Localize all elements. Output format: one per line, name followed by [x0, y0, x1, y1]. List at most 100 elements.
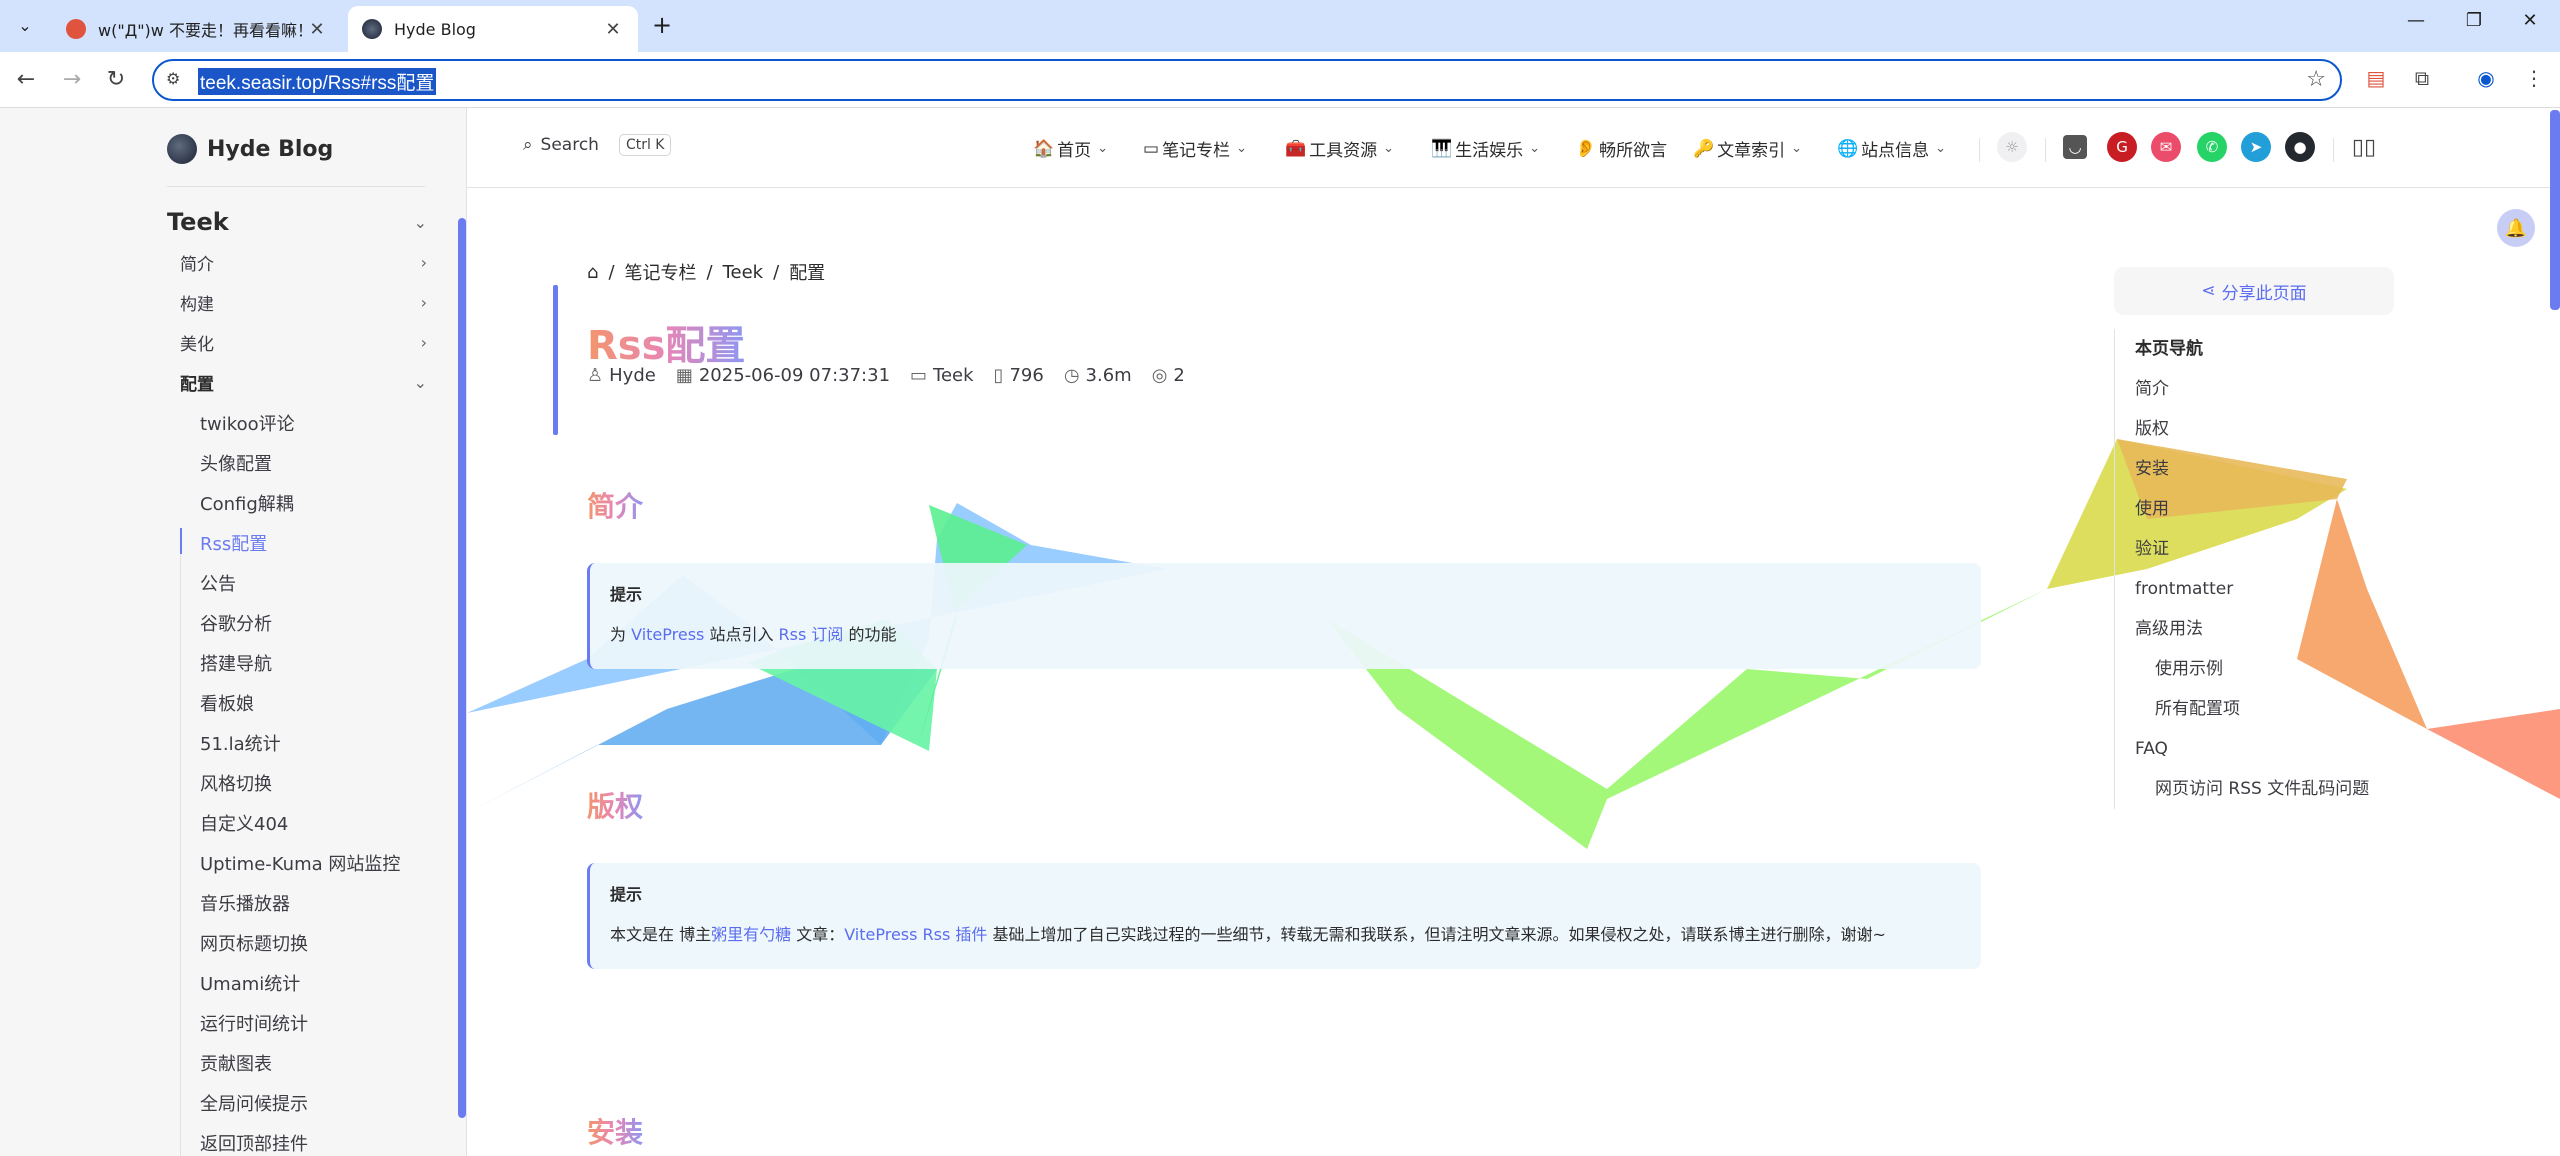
outline-item[interactable]: 使用: [2135, 489, 2414, 529]
breadcrumb-item[interactable]: 配置: [789, 259, 825, 285]
sidebar-group-label: 简介: [180, 255, 214, 275]
outline-item[interactable]: 高级用法: [2135, 609, 2414, 649]
breadcrumb-item[interactable]: Teek: [723, 262, 764, 283]
page-scrollbar[interactable]: [2550, 110, 2560, 310]
gitee-icon[interactable]: G: [2107, 132, 2137, 162]
outline-item[interactable]: 验证: [2135, 529, 2414, 569]
site-info-icon[interactable]: ⚙: [166, 69, 180, 88]
outline-item[interactable]: 安装: [2135, 449, 2414, 489]
outline-item[interactable]: FAQ: [2135, 729, 2414, 769]
tab-close-icon[interactable]: ✕: [602, 19, 624, 40]
profile-icon[interactable]: ◉: [2472, 66, 2500, 94]
address-bar[interactable]: ⚙ teek.seasir.top/Rss#rss配置 ☆: [152, 59, 2342, 101]
reading-mode-icon[interactable]: ▯▯: [2349, 132, 2379, 162]
sidebar-item[interactable]: 搭建导航: [200, 650, 272, 676]
browser-tab-2[interactable]: Hyde Blog ✕: [348, 6, 638, 52]
search-button[interactable]: ⌕ Search Ctrl K: [523, 134, 672, 156]
home-icon[interactable]: ⌂: [587, 262, 598, 283]
share-icon: ⋖: [2201, 281, 2216, 301]
nav-life[interactable]: 🎹 生活娱乐 ⌄: [1431, 136, 1540, 162]
sidebar-group-build[interactable]: 构建 ›: [180, 290, 427, 315]
nav-home[interactable]: 🏠 首页 ⌄: [1033, 136, 1108, 162]
new-tab-button[interactable]: +: [648, 12, 676, 40]
rss-icon[interactable]: ◡: [2063, 135, 2087, 159]
browser-tab-1[interactable]: w("Д")w 不要走！再看看嘛！ ✕: [52, 6, 342, 52]
breadcrumb-item[interactable]: 笔记专栏: [625, 259, 697, 285]
outline-subitem[interactable]: 网页访问 RSS 文件乱码问题: [2135, 769, 2414, 809]
bookmark-star-icon[interactable]: ☆: [2306, 67, 2326, 92]
article-link[interactable]: VitePress Rss 插件: [844, 925, 987, 944]
folder-icon: ▭: [910, 365, 928, 386]
nav-index[interactable]: 🔑 文章索引 ⌄: [1693, 136, 1802, 162]
sidebar-item[interactable]: 看板娘: [200, 690, 254, 716]
nav-site-info[interactable]: 🌐 站点信息 ⌄: [1837, 136, 1946, 162]
forward-button[interactable]: →: [56, 64, 88, 96]
notification-bell-icon[interactable]: 🔔: [2497, 209, 2535, 247]
nav-talk[interactable]: 👂 畅所欲言: [1575, 136, 1667, 162]
restore-button[interactable]: ❐: [2454, 10, 2494, 40]
mail-icon[interactable]: ✉: [2151, 132, 2181, 162]
meta-category[interactable]: Teek: [933, 365, 974, 386]
share-page-button[interactable]: ⋖ 分享此页面: [2114, 267, 2394, 315]
meta-author: Hyde: [609, 365, 656, 386]
tab-search-icon[interactable]: ⌄: [10, 10, 40, 40]
reload-button[interactable]: ↻: [100, 64, 132, 96]
url-text[interactable]: teek.seasir.top/Rss#rss配置: [198, 68, 437, 95]
page-title: Rss配置: [587, 313, 745, 371]
sidebar-item[interactable]: twikoo评论: [200, 410, 295, 436]
outline-item[interactable]: frontmatter: [2135, 569, 2414, 609]
sidebar-scrollbar[interactable]: [458, 218, 466, 1118]
sidebar-item[interactable]: 贡献图表: [200, 1050, 272, 1076]
section-heading: 简介: [587, 485, 643, 525]
sidebar-item[interactable]: 全局问候提示: [200, 1090, 308, 1116]
chevron-down-icon: ⌄: [413, 212, 427, 232]
sidebar-item[interactable]: 谷歌分析: [200, 610, 272, 636]
sidebar-group-beautify[interactable]: 美化 ›: [180, 330, 427, 355]
author-link[interactable]: 粥里有勺糖: [711, 925, 791, 944]
sidebar-item[interactable]: Umami统计: [200, 970, 300, 996]
chevron-down-icon: ⌄: [1236, 141, 1247, 156]
extensions-puzzle-icon[interactable]: ⧉: [2408, 66, 2436, 94]
home-icon: 🏠: [1033, 138, 1055, 159]
sidebar-item[interactable]: 51.la统计: [200, 730, 281, 756]
back-button[interactable]: ←: [10, 64, 42, 96]
sidebar-item[interactable]: 音乐播放器: [200, 890, 290, 916]
theme-toggle-icon[interactable]: ☼: [1997, 132, 2027, 162]
whatsapp-icon[interactable]: ✆: [2197, 132, 2227, 162]
nav-notes[interactable]: ▭ 笔记专栏 ⌄: [1143, 136, 1247, 162]
sidebar-item-active[interactable]: Rss配置: [200, 530, 267, 556]
meta-views: 2: [1173, 365, 1185, 386]
github-icon[interactable]: ●: [2285, 132, 2315, 162]
close-window-button[interactable]: ✕: [2510, 10, 2550, 40]
sidebar-item[interactable]: 公告: [200, 570, 236, 596]
sidebar-item[interactable]: 风格切换: [200, 770, 272, 796]
outline-item[interactable]: 版权: [2135, 409, 2414, 449]
outline-subitem[interactable]: 所有配置项: [2135, 689, 2414, 729]
telegram-icon[interactable]: ➤: [2241, 132, 2271, 162]
page-outline: 本页导航 简介 版权 安装 使用 验证 frontmatter 高级用法 使用示…: [2114, 329, 2414, 809]
sidebar-group-intro[interactable]: 简介 ›: [180, 250, 427, 275]
browser-menu-icon[interactable]: ⋮: [2520, 66, 2548, 94]
chevron-down-icon: ⌄: [413, 373, 427, 392]
outline-item[interactable]: 简介: [2135, 369, 2414, 409]
sidebar-item[interactable]: 运行时间统计: [200, 1010, 308, 1036]
sidebar-section-teek[interactable]: Teek ⌄: [167, 208, 427, 236]
sidebar-item[interactable]: 返回顶部挂件: [200, 1130, 308, 1156]
sidebar-group-config[interactable]: 配置 ⌄: [180, 370, 427, 395]
extension-icon[interactable]: ▤: [2362, 66, 2390, 94]
sidebar-item[interactable]: 头像配置: [200, 450, 272, 476]
tab-close-icon[interactable]: ✕: [306, 19, 328, 40]
vitepress-link[interactable]: VitePress: [631, 625, 704, 644]
sidebar-item[interactable]: Config解耦: [200, 490, 294, 516]
site-logo[interactable]: Hyde Blog: [167, 134, 333, 164]
minimize-button[interactable]: —: [2396, 10, 2436, 40]
sidebar-item[interactable]: 自定义404: [200, 810, 288, 836]
outline-subitem[interactable]: 使用示例: [2135, 649, 2414, 689]
nav-tools[interactable]: 🧰 工具资源 ⌄: [1285, 136, 1394, 162]
sidebar-item[interactable]: 网页标题切换: [200, 930, 308, 956]
rss-link[interactable]: Rss 订阅: [779, 625, 844, 644]
search-icon: ⌕: [523, 135, 533, 155]
tip-body: 本文是在 博主粥里有勺糖 文章：VitePress Rss 插件 基础上增加了自…: [610, 919, 1961, 951]
tip-box: 提示 为 VitePress 站点引入 Rss 订阅 的功能: [587, 563, 1981, 669]
sidebar-item[interactable]: Uptime-Kuma 网站监控: [200, 850, 400, 876]
